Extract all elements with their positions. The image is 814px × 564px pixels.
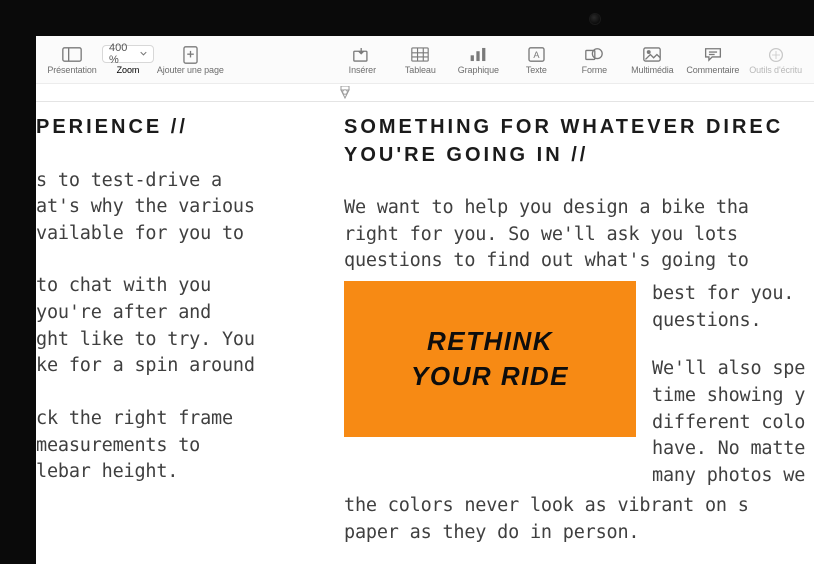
paragraph: We want to help you design a bike tha ri… bbox=[344, 195, 814, 275]
text-btn-label: Texte bbox=[526, 65, 547, 75]
chart-label: Graphique bbox=[458, 65, 499, 75]
sidebar-icon bbox=[62, 47, 82, 63]
comment-label: Commentaire bbox=[686, 65, 739, 75]
column-right: SOMETHING FOR WHATEVER DIREC YOU'RE GOIN… bbox=[324, 114, 814, 564]
svg-text:A: A bbox=[533, 50, 540, 60]
shape-label: Forme bbox=[582, 65, 608, 75]
insert-button[interactable]: Insérer bbox=[334, 45, 390, 75]
app-window: Présentation 400 % Zoom Ajouter une page bbox=[36, 36, 814, 564]
table-icon bbox=[410, 47, 430, 63]
sparkle-icon bbox=[766, 47, 786, 63]
writing-tools-label: Outils d'écritu bbox=[749, 65, 802, 75]
zoom-label: Zoom bbox=[117, 65, 140, 75]
chart-button[interactable]: Graphique bbox=[450, 45, 506, 75]
insert-label: Insérer bbox=[349, 65, 376, 75]
callout-box[interactable]: RETHINK YOUR RIDE bbox=[344, 281, 636, 437]
heading-left: PERIENCE // bbox=[36, 114, 306, 142]
zoom-control[interactable]: 400 % Zoom bbox=[102, 45, 154, 75]
insert-icon bbox=[352, 47, 372, 63]
device-camera bbox=[590, 14, 600, 24]
add-page-label: Ajouter une page bbox=[157, 65, 224, 75]
callout-text: RETHINK YOUR RIDE bbox=[411, 324, 569, 394]
writing-tools-button[interactable]: Outils d'écritu bbox=[745, 45, 806, 75]
ruler[interactable] bbox=[36, 84, 814, 102]
paragraph: to chat with you you're after and ght li… bbox=[36, 273, 306, 380]
comment-button[interactable]: Commentaire bbox=[682, 45, 743, 75]
media-icon bbox=[642, 47, 662, 63]
table-button[interactable]: Tableau bbox=[392, 45, 448, 75]
paragraph: s to test-drive a at's why the various v… bbox=[36, 168, 306, 248]
add-page-button[interactable]: Ajouter une page bbox=[156, 45, 225, 75]
paragraph: ck the right frame measurements to lebar… bbox=[36, 406, 306, 486]
shape-icon bbox=[584, 47, 604, 63]
table-label: Tableau bbox=[405, 65, 436, 75]
toolbar: Présentation 400 % Zoom Ajouter une page bbox=[36, 36, 814, 84]
text-icon: A bbox=[526, 47, 546, 63]
comment-icon bbox=[703, 47, 723, 63]
heading-right: SOMETHING FOR WHATEVER DIREC YOU'RE GOIN… bbox=[344, 114, 814, 169]
presentation-button[interactable]: Présentation bbox=[44, 45, 100, 75]
ruler-indent-marker[interactable] bbox=[336, 86, 354, 100]
chevron-down-icon bbox=[140, 51, 147, 56]
text-button[interactable]: A Texte bbox=[508, 45, 564, 75]
column-left: PERIENCE // s to test-drive a at's why t… bbox=[36, 114, 324, 564]
plus-page-icon bbox=[180, 47, 200, 63]
chart-icon bbox=[468, 47, 488, 63]
paragraph: the colors never look as vibrant on s pa… bbox=[344, 493, 814, 546]
paragraph: We'll also spe time showing y different … bbox=[652, 356, 814, 489]
media-button[interactable]: Multimédia bbox=[624, 45, 680, 75]
presentation-label: Présentation bbox=[47, 65, 96, 75]
zoom-value: 400 % bbox=[109, 42, 136, 66]
paragraph: best for you. questions. bbox=[652, 281, 814, 334]
shape-button[interactable]: Forme bbox=[566, 45, 622, 75]
media-label: Multimédia bbox=[631, 65, 674, 75]
document-canvas[interactable]: PERIENCE // s to test-drive a at's why t… bbox=[36, 102, 814, 564]
